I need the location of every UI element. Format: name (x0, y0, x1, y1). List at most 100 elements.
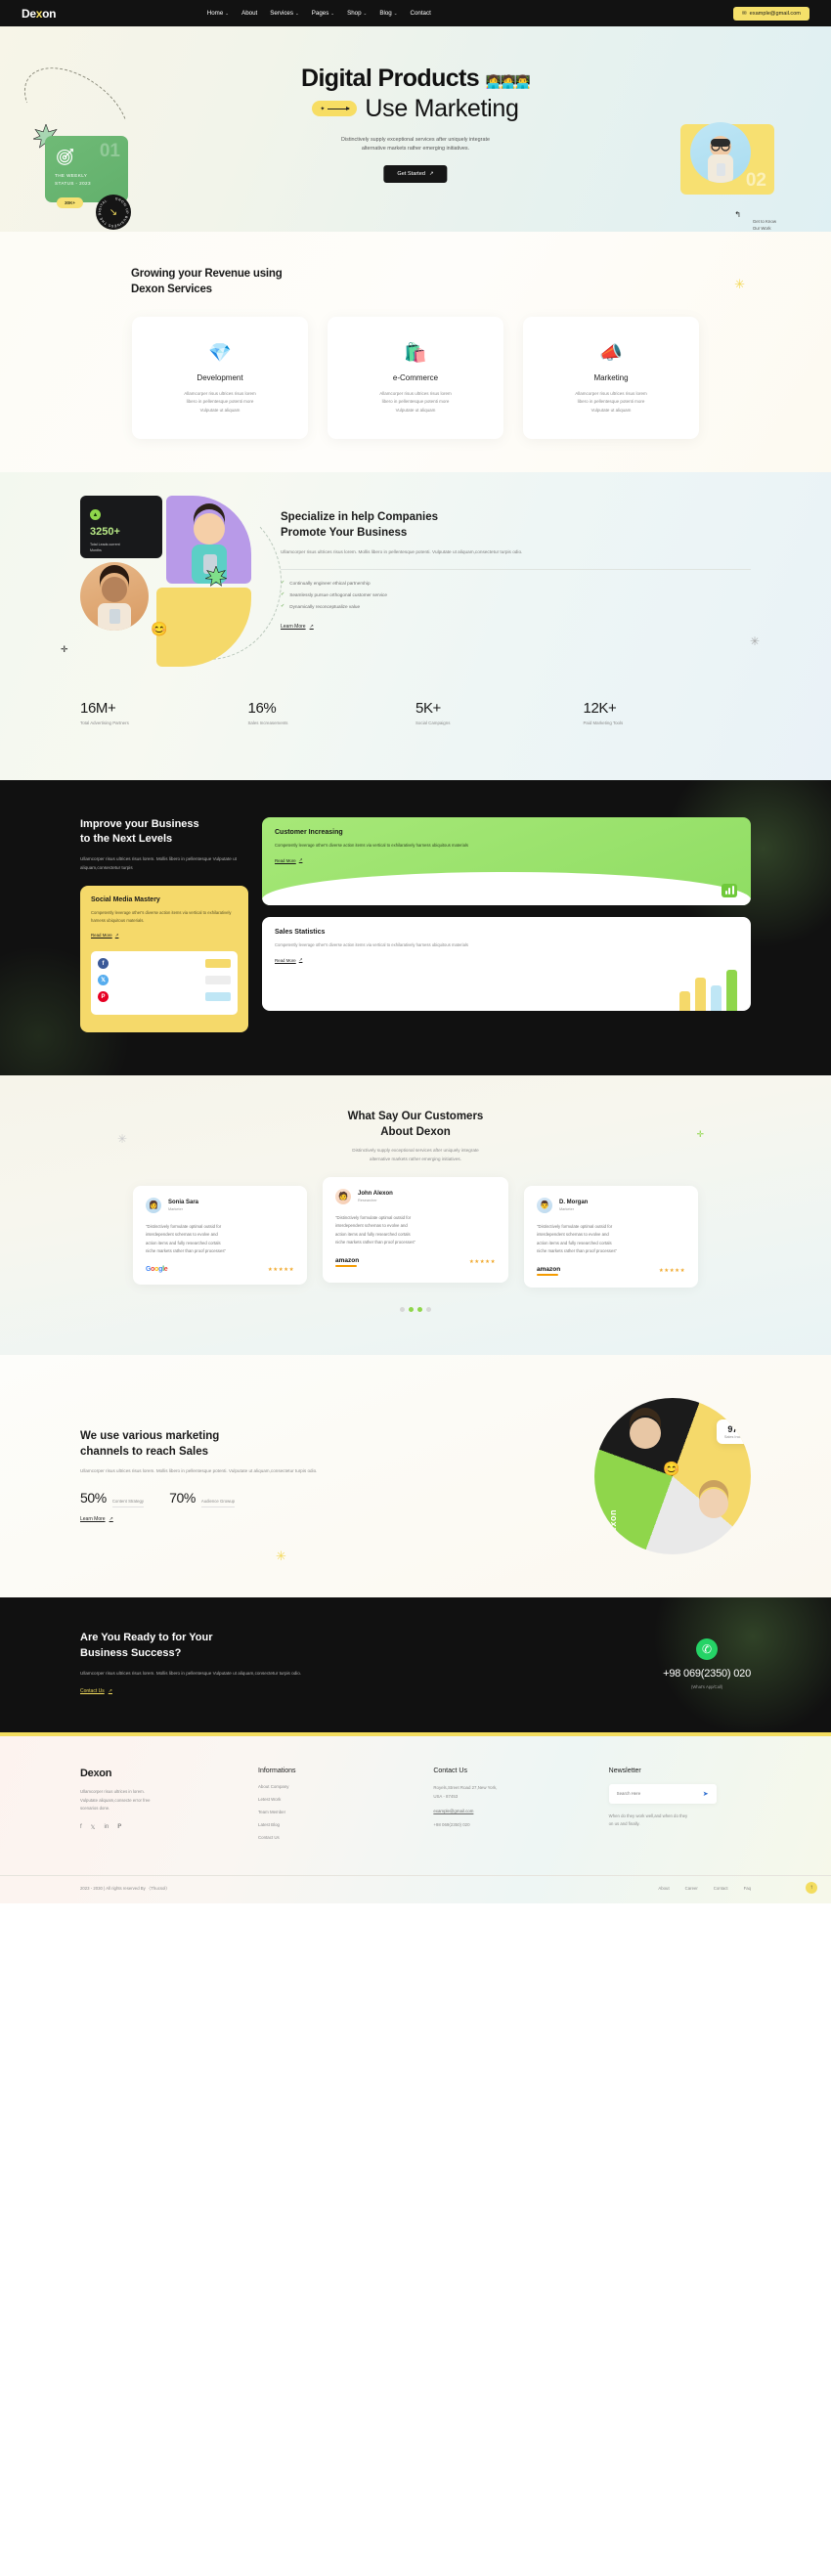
carousel-dot[interactable] (400, 1307, 405, 1313)
footer-link-about-company[interactable]: About Company (258, 1784, 400, 1789)
sales-card-desc: Competently leverage other's diverse act… (275, 941, 738, 949)
arrow-up-right-icon: ↗ (109, 1515, 113, 1522)
leads-value: 3250+ (90, 526, 120, 539)
footer-link-contact-us[interactable]: Contact Us (258, 1835, 400, 1840)
footer-logo[interactable]: Dexon (80, 1768, 225, 1779)
testimonial-card-sonia[interactable]: 👩 Sonia Sara Marketer "Distinctively for… (133, 1185, 307, 1286)
sparkle-decoration: ✳ (117, 1132, 128, 1147)
carousel-dot[interactable] (426, 1307, 431, 1313)
social-row-pinterest: P (98, 991, 231, 1003)
newsletter-form[interactable]: ➤ (608, 1783, 717, 1804)
testimonial-name: Sonia Sara (168, 1199, 199, 1205)
testimonials-subtitle: Distinctively supply exceptional service… (0, 1147, 831, 1163)
social-rows: f 𝕏 P (91, 951, 238, 1016)
service-desc: Allamcorper risus ultrices risus lorem l… (379, 390, 452, 415)
service-card-marketing[interactable]: 📣 Marketing Allamcorper risus ultrices r… (523, 317, 699, 440)
cta-desc: Ullamcorper risus ultrices risus lorem. … (80, 1670, 663, 1679)
nav-item-blog[interactable]: Blog ⌄ (379, 10, 397, 17)
cta-left: Are You Ready to for Your Business Succe… (80, 1631, 663, 1697)
service-desc-l1: Allamcorper risus ultrices risus lorem (575, 391, 647, 397)
cta-title-l2: Business Success? (80, 1647, 182, 1660)
footer-link-letest-work[interactable]: Letest Work (258, 1797, 400, 1802)
social-card-read-more[interactable]: Read More ↗ (91, 933, 118, 939)
testimonial-name: D. Morgan (559, 1199, 589, 1205)
testimonial-quote: "Distinctively formulate optimal outsid … (146, 1223, 294, 1256)
service-card-ecommerce[interactable]: 🛍️ e-Commerce Allamcorper risus ultrices… (328, 317, 503, 440)
nav-item-home[interactable]: Home ⌄ (207, 10, 229, 17)
cta-contact-link[interactable]: Contact Us ↗ (80, 1688, 112, 1694)
footer-email-link[interactable]: example@gmail.com (433, 1809, 575, 1813)
footer-link-team-member[interactable]: Team Member (258, 1810, 400, 1814)
specialize-learn-more-link[interactable]: Learn More ↗ (281, 624, 314, 630)
header-email-button[interactable]: ✉ example@gmail.com (732, 6, 809, 21)
footer-nav-about[interactable]: About (658, 1886, 669, 1891)
checklist-item: ✔ Continually engineer ethical partnershi… (281, 580, 751, 586)
logo-post: on (42, 6, 57, 21)
get-started-button[interactable]: Get Started ↗ (383, 165, 448, 183)
nav-item-contact[interactable]: Contact (410, 10, 430, 17)
channels-learn-more-link[interactable]: Learn More ↗ (80, 1516, 113, 1522)
hero-title-line2-text: Use Marketing (365, 94, 519, 122)
bar-chart-icon (722, 884, 737, 898)
service-card-development[interactable]: 💎 Development Allamcorper risus ultrices… (132, 317, 308, 440)
testimonial-card-morgan[interactable]: 👨 D. Morgan Marketer "Distinctively form… (524, 1185, 698, 1288)
newsletter-input[interactable] (616, 1791, 703, 1797)
footer-nav-career[interactable]: Career (685, 1886, 698, 1891)
avatar: 🧑 (335, 1188, 351, 1204)
logo[interactable]: Dexon (22, 7, 56, 21)
testimonials-section: ✳ ✛ What Say Our Customers About Dexon D… (0, 1075, 831, 1356)
hero-title-block: Digital Products 👩‍💻🧑‍💻👨‍💻 ✦ Use Marketi… (0, 65, 831, 122)
carousel-dot-active[interactable] (409, 1307, 414, 1313)
shopping-bag-icon: 🛍️ (404, 343, 427, 365)
cta-section: Are You Ready to for Your Business Succe… (0, 1597, 831, 1732)
pinterest-icon[interactable]: 𝐏 (117, 1824, 121, 1831)
sales-card-read-more[interactable]: Read More ↗ (275, 957, 302, 963)
sparkle-decoration: ✳ (734, 277, 745, 291)
grow-up-business-badge[interactable]: GROW UP BUSINESS THE DIGITAL ↘ (96, 195, 131, 230)
nav-item-pages[interactable]: Pages ⌄ (312, 10, 334, 17)
channels-desc: Ullamcorper risus ultrices risus lorem. … (80, 1467, 559, 1476)
footer-about-l2: Vulputate aliquam,consecte error free (80, 1797, 151, 1803)
quote-l2: interdependent schemas to evolve and (146, 1232, 218, 1238)
chevron-up-icon[interactable]: ↑ (806, 1881, 817, 1894)
footer-bottom-nav: About Career Contact Faq (658, 1886, 751, 1891)
site-footer: Dexon Ullamcorper risus ultrices in lore… (0, 1735, 831, 1903)
testimonial-card-john[interactable]: 🧑 John Alexon Researcher "Distinctively … (323, 1176, 508, 1284)
footer-nav-contact[interactable]: Contact (714, 1886, 728, 1891)
arrow-up-right-icon: ↗ (298, 957, 303, 963)
facebook-icon[interactable]: f (80, 1824, 82, 1831)
service-desc-l3: Vulputate ut aliquam (395, 407, 436, 413)
improve-desc-l2: aliquam,consectetur turpis (80, 864, 133, 870)
footer-informations-heading: Informations (258, 1767, 296, 1774)
send-icon[interactable]: ➤ (703, 1790, 709, 1798)
nav-item-about[interactable]: About (241, 10, 257, 17)
testimonial-cards: 👩 Sonia Sara Marketer "Distinctively for… (0, 1176, 831, 1288)
service-name: Marketing (593, 373, 629, 383)
linkedin-icon[interactable]: in (105, 1824, 109, 1831)
channels-section: ✳ We use various marketing channels to r… (0, 1355, 831, 1598)
testimonial-footer: amazon ★★★★★ (335, 1257, 496, 1267)
footer-link-latest-blog[interactable]: Latest Blog (258, 1822, 400, 1827)
nav-item-shop[interactable]: Shop ⌄ (347, 10, 367, 17)
service-desc-l3: Vulputate ut aliquam (590, 407, 632, 413)
cta-link-label: Contact Us (80, 1687, 105, 1694)
footer-contact-heading: Contact Us (433, 1767, 467, 1774)
cta-phone-number[interactable]: +98 069(2350) 020 (663, 1668, 751, 1680)
cta-row: Are You Ready to for Your Business Succe… (0, 1631, 831, 1697)
nav-item-services[interactable]: Services ⌄ (270, 10, 299, 17)
whatsapp-icon[interactable]: ✆ (696, 1638, 719, 1661)
footer-nav-faq[interactable]: Faq (744, 1886, 751, 1891)
arrow-up-right-icon: ↗ (108, 1687, 112, 1694)
twitter-icon[interactable]: 𝕏 (91, 1824, 96, 1831)
specialize-desc-l1: Ullamcorper risus ultrices risus lorem. … (281, 549, 452, 555)
metric-value: 50% (80, 1489, 107, 1506)
sales-card-title: Sales Statistics (275, 929, 326, 937)
footer-about-l1: Ullamcorper risus ultrices in lorem. (80, 1788, 145, 1794)
leads-label-l2: Months (90, 548, 102, 553)
service-name: e-Commerce (392, 373, 439, 383)
footer-grid: Dexon Ullamcorper risus ultrices in lore… (0, 1768, 831, 1848)
footer-phone[interactable]: +98 069(2350) 020 (433, 1821, 575, 1830)
carousel-dot[interactable] (417, 1307, 422, 1313)
customer-card-read-more[interactable]: Read More ↗ (275, 857, 302, 863)
social-media-mastery-card: Social Media Mastery Competently leverag… (80, 886, 248, 1033)
